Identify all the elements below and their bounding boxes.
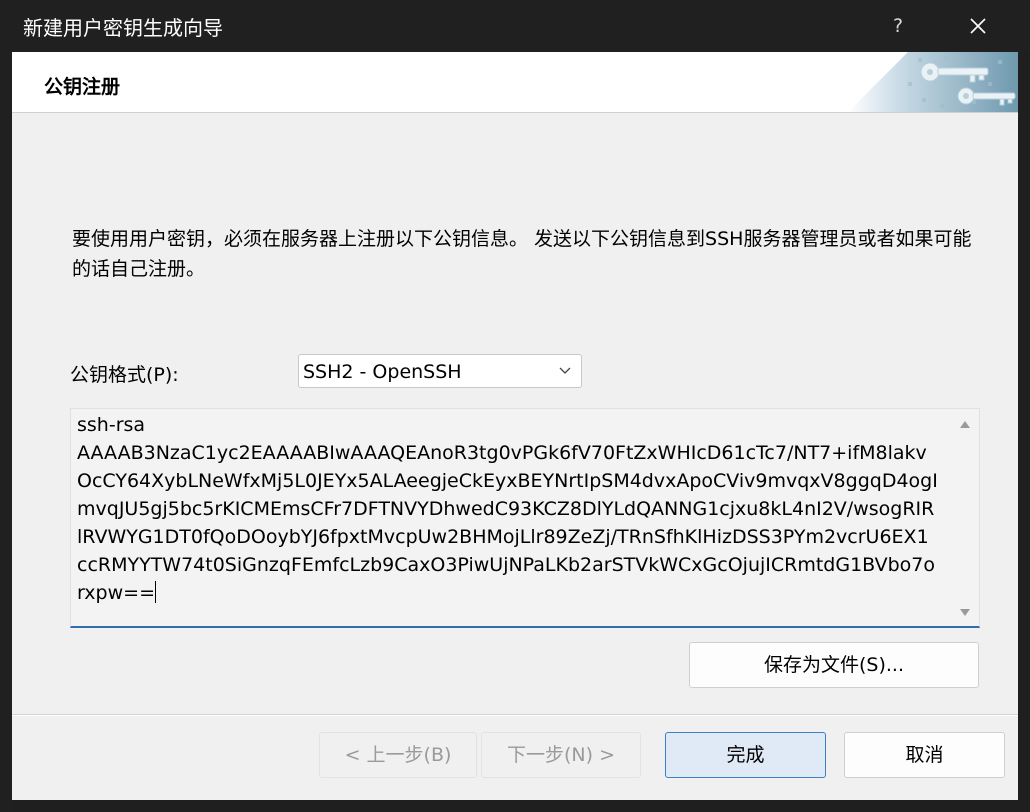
window-title: 新建用户密钥生成向导 [23, 16, 223, 40]
page-title: 公钥注册 [44, 76, 121, 98]
window-left-edge [0, 0, 12, 812]
back-button[interactable]: < 上一步(B) [319, 732, 477, 778]
wizard-header: 公钥注册 [12, 52, 1018, 113]
public-key-textarea[interactable]: ssh-rsa AAAAB3NzaC1yc2EAAAABIwAAAQEAnoR3… [70, 408, 980, 628]
wizard-dialog: 公钥注册 要使用用户密钥，必须在服务器上注册以下公钥信息。 发送以下公钥信息到S… [12, 52, 1018, 800]
title-bar: 新建用户密钥生成向导 ? [0, 0, 1030, 52]
public-key-value: ssh-rsa AAAAB3NzaC1yc2EAAAABIwAAAQEAnoR3… [77, 414, 938, 604]
scroll-up-arrow-icon[interactable] [959, 419, 971, 429]
next-button[interactable]: 下一步(N) > [481, 732, 641, 778]
public-key-text: ssh-rsa AAAAB3NzaC1yc2EAAAABIwAAAQEAnoR3… [77, 411, 939, 607]
finish-button[interactable]: 完成 [665, 732, 826, 778]
save-to-file-button[interactable]: 保存为文件(S)... [689, 642, 979, 688]
keys-banner-icon [848, 52, 1018, 112]
key-format-select[interactable]: SSH2 - OpenSSH [298, 354, 582, 388]
chevron-down-icon [559, 367, 571, 374]
key-format-value: SSH2 - OpenSSH [303, 361, 462, 383]
close-button[interactable] [952, 8, 1004, 44]
instructions-text: 要使用用户密钥，必须在服务器上注册以下公钥信息。 发送以下公钥信息到SSH服务器… [72, 228, 972, 280]
key-format-label: 公钥格式(P): [70, 364, 179, 386]
text-caret [155, 581, 156, 603]
footer-divider-highlight [12, 715, 1018, 716]
help-button[interactable]: ? [872, 8, 924, 44]
scroll-down-arrow-icon[interactable] [959, 608, 971, 618]
close-icon [970, 18, 986, 34]
cancel-button[interactable]: 取消 [844, 732, 1005, 778]
